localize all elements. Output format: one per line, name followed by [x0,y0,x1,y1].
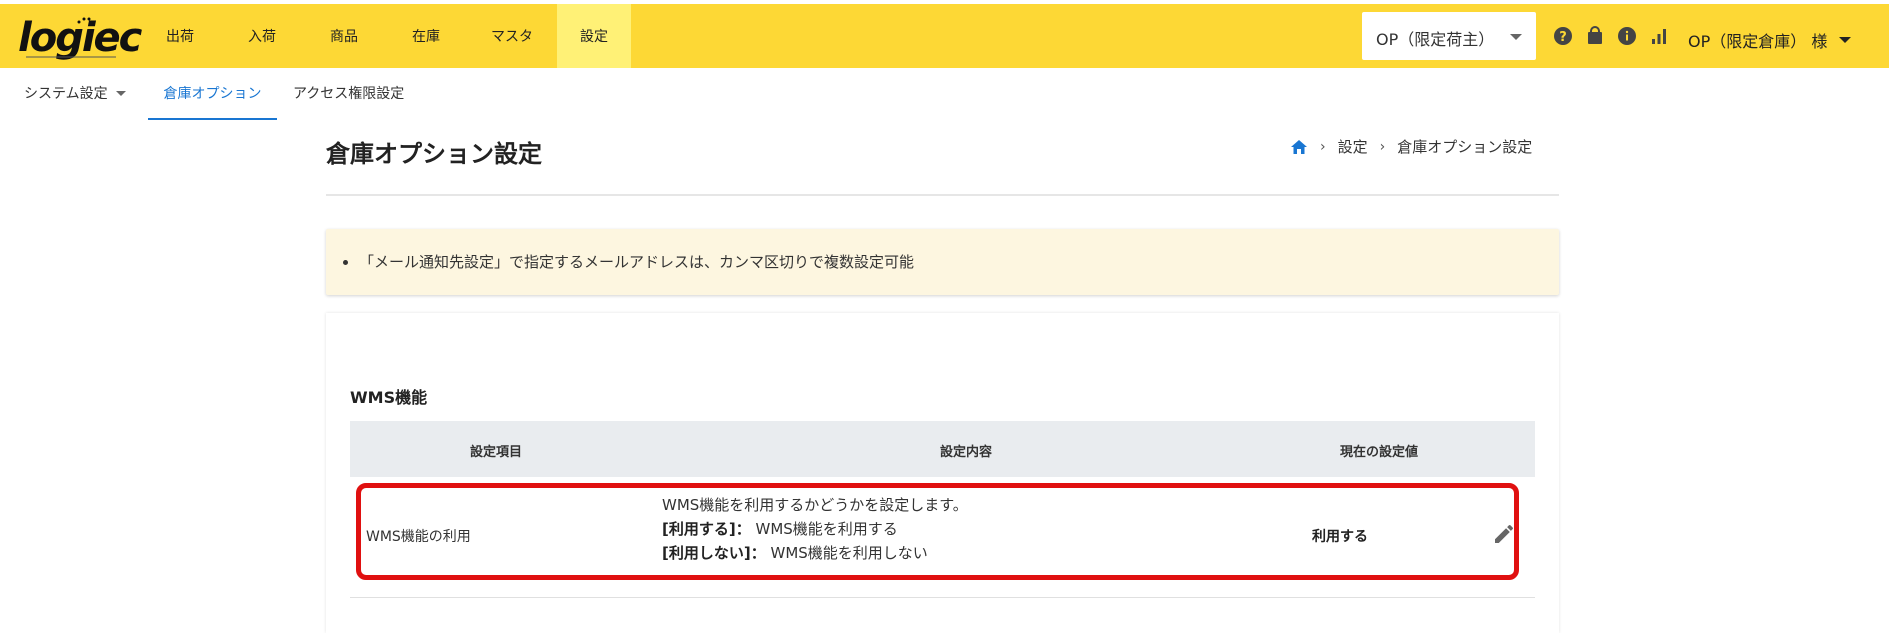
info-icon[interactable] [1617,26,1637,46]
chevron-down-icon [115,90,126,96]
subnav-access-permissions[interactable]: アクセス権限設定 [293,68,404,118]
header-tools: ? [1553,26,1669,46]
subnav-warehouse-options[interactable]: 倉庫オプション [148,68,277,120]
breadcrumb: › 設定 › 倉庫オプション設定 [1290,136,1532,157]
row-divider [350,597,1535,598]
logo-tagline [26,56,116,58]
logiec-logo[interactable]: logiec [18,16,142,60]
notice-list: 「メール通知先設定」で指定するメールアドレスは、カンマ区切りで複数設定可能 [326,251,914,272]
page-title: 倉庫オプション設定 [326,140,542,168]
settings-card: WMS機能 設定項目 設定内容 現在の設定値 WMS機能の利用 WMS機能を利用… [326,313,1559,633]
help-icon[interactable]: ? [1553,26,1573,46]
home-icon[interactable] [1290,139,1308,155]
notice-item: 「メール通知先設定」で指定するメールアドレスは、カンマ区切りで複数設定可能 [359,251,914,272]
title-divider [326,194,1559,196]
signal-bars-icon[interactable] [1649,26,1669,46]
main-nav: 出荷 入荷 商品 在庫 マスタ 設定 [139,4,631,68]
logo-dots-icon [77,17,96,24]
user-menu-label: OP（限定倉庫） 様 [1688,32,1828,51]
breadcrumb-item-settings[interactable]: 設定 [1338,136,1368,157]
nav-item-inventory[interactable]: 在庫 [385,4,467,68]
column-header-item: 設定項目 [470,445,523,460]
owner-select[interactable]: OP（限定荷主） [1362,12,1536,60]
nav-item-master[interactable]: マスタ [467,4,557,68]
owner-select-value: OP（限定荷主） [1376,30,1495,49]
notice-box: 「メール通知先設定」で指定するメールアドレスは、カンマ区切りで複数設定可能 [326,229,1559,295]
nav-item-settings[interactable]: 設定 [557,4,631,68]
user-menu-caret-icon [1839,37,1852,43]
top-bar: logiec 出荷 入荷 商品 在庫 マスタ 設定 OP（限定荷主） ? OP（… [0,4,1889,68]
sub-nav: システム設定 倉庫オプション アクセス権限設定 [0,68,1889,120]
owner-select-caret-icon [1510,34,1522,40]
breadcrumb-separator-icon: › [1320,138,1326,155]
nav-item-shipping[interactable]: 出荷 [139,4,221,68]
column-header-current-value: 現在の設定値 [1340,445,1419,460]
user-menu[interactable]: OP（限定倉庫） 様 [1688,28,1852,52]
breadcrumb-separator-icon: › [1379,138,1386,155]
column-header-content: 設定内容 [940,445,993,460]
nav-item-products[interactable]: 商品 [303,4,385,68]
shopping-bag-icon[interactable] [1585,26,1605,46]
breadcrumb-item-current: 倉庫オプション設定 [1397,138,1533,156]
svg-text:?: ? [1559,30,1567,45]
highlight-annotation [356,483,1519,580]
nav-item-receiving[interactable]: 入荷 [221,4,303,68]
table-header: 設定項目 設定内容 現在の設定値 [350,421,1535,477]
subnav-system-settings[interactable]: システム設定 [24,68,126,118]
subnav-system-settings-label: システム設定 [24,86,108,102]
section-title: WMS機能 [350,388,428,407]
